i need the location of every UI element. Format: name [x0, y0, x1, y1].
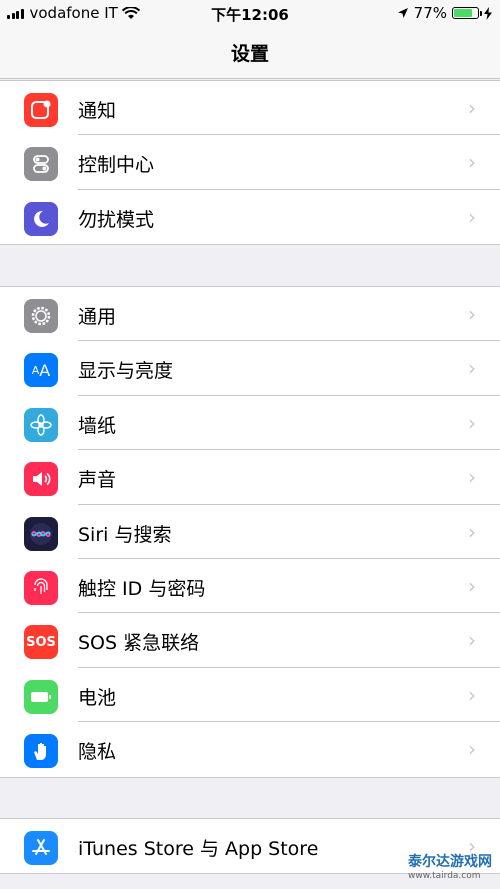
wallpaper-icon	[24, 407, 58, 442]
chevron-right-icon: ›	[468, 96, 476, 120]
settings-row-sos[interactable]: SOS SOS 紧急联络 ›	[0, 613, 500, 668]
watermark-logo: 泰尔达游戏网 www.tairda.com	[408, 854, 492, 881]
charging-bolt-icon	[484, 6, 492, 20]
page-title: 设置	[230, 43, 269, 65]
settings-row-do-not-disturb[interactable]: 勿扰模式 ›	[0, 190, 500, 244]
settings-row-touch-id[interactable]: 触控 ID 与密码 ›	[0, 559, 500, 614]
chevron-right-icon: ›	[468, 150, 476, 175]
settings-row-battery[interactable]: 电池 ›	[0, 668, 500, 723]
row-label: 控制中心	[78, 154, 155, 177]
row-label: 通用	[78, 306, 117, 328]
chevron-right-icon: ›	[468, 573, 476, 598]
chevron-right-icon: ›	[468, 302, 476, 326]
row-label: 墙纸	[78, 414, 117, 437]
row-label: 通知	[78, 100, 117, 122]
row-label: 勿扰模式	[78, 208, 155, 231]
chevron-right-icon: ›	[468, 204, 476, 229]
display-brightness-icon: AA	[24, 353, 58, 388]
row-label: Siri 与搜索	[78, 523, 172, 546]
row-label: 电池	[78, 686, 117, 709]
app-store-icon	[24, 831, 58, 865]
status-bar: vodafone IT 下午12:06 77%	[0, 0, 500, 26]
notifications-icon	[24, 93, 58, 127]
battery-icon	[24, 679, 58, 714]
settings-row-sounds[interactable]: 声音 ›	[0, 450, 500, 505]
chevron-right-icon: ›	[468, 356, 476, 381]
settings-group-2: 通用 › AA 显示与亮度 › 墙纸 › 声音 › Siri 与搜索 › 触控 …	[0, 286, 500, 778]
control-center-icon	[24, 147, 58, 182]
row-label: 触控 ID 与密码	[78, 577, 206, 600]
row-label: iTunes Store 与 App Store	[78, 838, 319, 860]
row-label: 显示与亮度	[78, 360, 174, 383]
row-label: 声音	[78, 469, 117, 492]
settings-row-privacy[interactable]: 隐私 ›	[0, 722, 500, 776]
settings-row-general[interactable]: 通用 ›	[0, 287, 500, 342]
siri-icon	[24, 516, 58, 551]
chevron-right-icon: ›	[468, 465, 476, 490]
chevron-right-icon: ›	[468, 682, 476, 707]
row-label: 隐私	[78, 741, 117, 764]
chevron-right-icon: ›	[468, 519, 476, 544]
battery-percentage: 77%	[413, 4, 447, 22]
settings-row-siri-search[interactable]: Siri 与搜索 ›	[0, 505, 500, 559]
sounds-icon	[24, 462, 58, 497]
battery-level-icon	[452, 7, 482, 19]
privacy-hand-icon	[24, 734, 58, 769]
do-not-disturb-icon	[24, 201, 58, 236]
location-arrow-icon	[397, 8, 408, 18]
settings-row-notifications[interactable]: 通知 ›	[0, 81, 500, 136]
row-label: SOS 紧急联络	[78, 632, 200, 655]
general-gear-icon	[24, 299, 58, 333]
sos-icon: SOS	[24, 625, 58, 660]
navigation-bar: 设置	[0, 26, 500, 79]
settings-row-wallpaper[interactable]: 墙纸 ›	[0, 396, 500, 451]
chevron-right-icon: ›	[468, 737, 476, 762]
settings-row-display-brightness[interactable]: AA 显示与亮度 ›	[0, 341, 500, 396]
settings-row-control-center[interactable]: 控制中心 ›	[0, 135, 500, 190]
chevron-right-icon: ›	[468, 410, 476, 435]
chevron-right-icon: ›	[468, 628, 476, 653]
touch-id-icon	[24, 570, 58, 605]
settings-group-1: 通知 › 控制中心 › 勿扰模式 ›	[0, 80, 500, 246]
